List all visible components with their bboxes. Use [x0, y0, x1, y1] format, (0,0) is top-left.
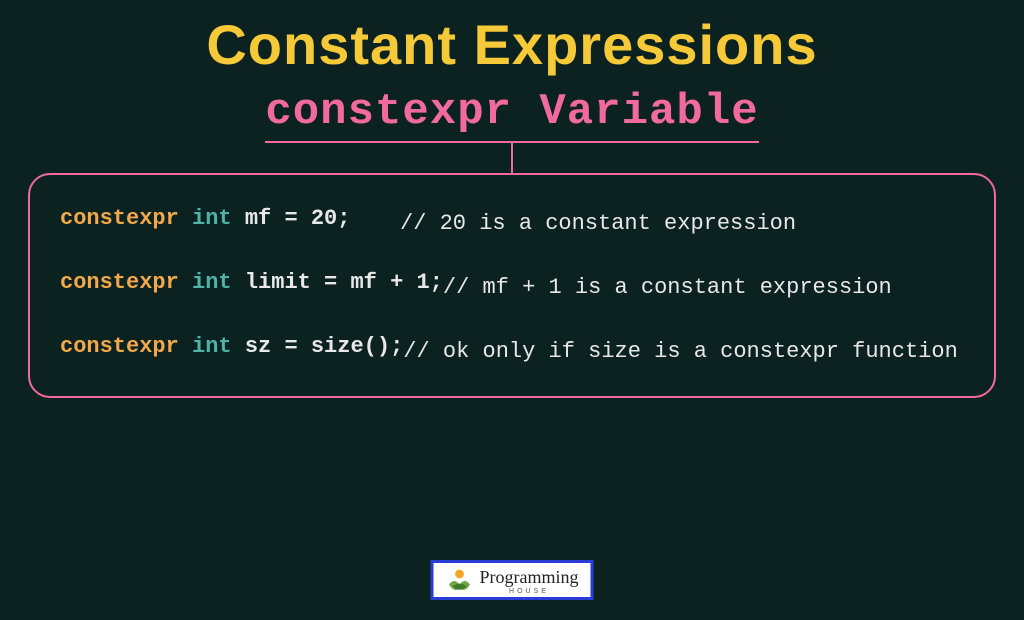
code-comment: // 20 is a constant expression	[400, 201, 964, 247]
keyword-int: int	[192, 334, 232, 359]
keyword-constexpr: constexpr	[60, 206, 179, 231]
code-rest: limit = mf + 1;	[232, 270, 443, 295]
page-title: Constant Expressions	[0, 0, 1024, 77]
logo-text: Programming HOUSE	[480, 568, 579, 595]
logo-icon	[446, 567, 474, 595]
keyword-constexpr: constexpr	[60, 334, 179, 359]
code-comment: // ok only if size is a constexpr functi…	[403, 329, 964, 375]
keyword-constexpr: constexpr	[60, 270, 179, 295]
logo-sub-text: HOUSE	[509, 588, 549, 595]
keyword-int: int	[192, 270, 232, 295]
code-line: constexpr int limit = mf + 1; // mf + 1 …	[60, 265, 964, 311]
code-left: constexpr int sz = size();	[60, 329, 403, 375]
keyword-int: int	[192, 206, 232, 231]
connector-line	[511, 143, 513, 173]
code-line: constexpr int mf = 20; // 20 is a consta…	[60, 201, 964, 247]
subtitle: constexpr Variable	[265, 87, 758, 143]
code-comment: // mf + 1 is a constant expression	[443, 265, 964, 311]
logo-main-text: Programming	[480, 568, 579, 586]
subtitle-wrap: constexpr Variable	[0, 77, 1024, 143]
code-rest: sz = size();	[232, 334, 404, 359]
code-left: constexpr int limit = mf + 1;	[60, 265, 443, 311]
code-left: constexpr int mf = 20;	[60, 201, 400, 247]
code-box: constexpr int mf = 20; // 20 is a consta…	[28, 173, 996, 398]
code-line: constexpr int sz = size(); // ok only if…	[60, 329, 964, 375]
code-rest: mf = 20;	[232, 206, 351, 231]
logo-badge: Programming HOUSE	[431, 560, 594, 600]
